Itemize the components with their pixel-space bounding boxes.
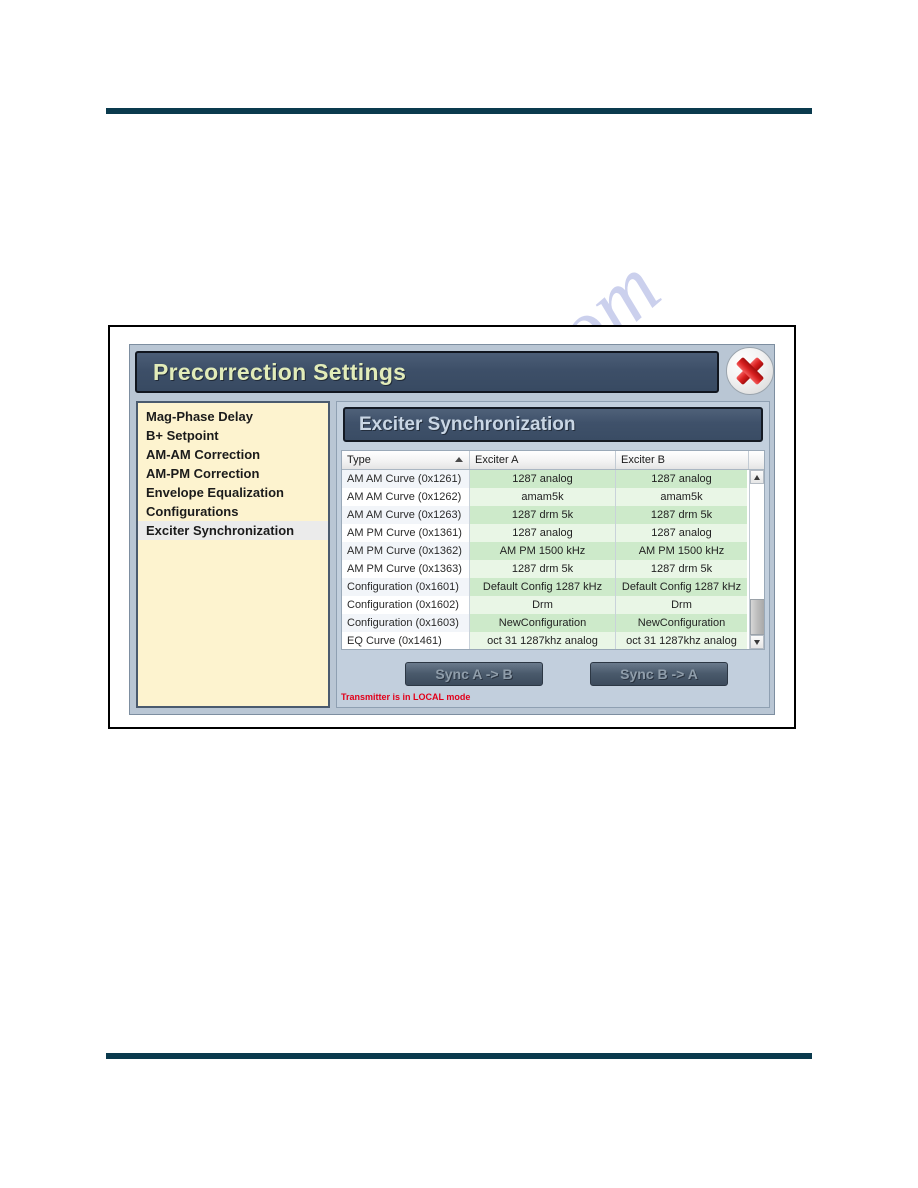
cell-exciter-a: Default Config 1287 kHz: [470, 578, 616, 596]
cell-exciter-b: AM PM 1500 kHz: [616, 542, 747, 560]
column-header-spacer: [749, 451, 764, 469]
cell-exciter-b: oct 31 1287khz analog: [616, 632, 747, 649]
dialog-titlebar: Precorrection Settings: [135, 351, 719, 393]
table-header-row: Type Exciter A Exciter B: [342, 451, 764, 470]
scroll-down-button[interactable]: [750, 635, 764, 649]
table-row[interactable]: AM PM Curve (0x1363) 1287 drm 5k 1287 dr…: [342, 560, 749, 578]
triangle-down-icon: [754, 639, 760, 645]
column-header-exciter-b[interactable]: Exciter B: [616, 451, 749, 469]
table-row[interactable]: AM PM Curve (0x1362) AM PM 1500 kHz AM P…: [342, 542, 749, 560]
sidebar-item-am-pm-correction[interactable]: AM-PM Correction: [138, 464, 328, 483]
table-vertical-scrollbar[interactable]: [749, 470, 764, 649]
cell-type: AM AM Curve (0x1263): [342, 506, 470, 524]
cell-exciter-b: 1287 analog: [616, 524, 747, 542]
cell-exciter-a: 1287 analog: [470, 524, 616, 542]
table-body: AM AM Curve (0x1261) 1287 analog 1287 an…: [342, 470, 764, 649]
settings-sidebar[interactable]: Mag-Phase Delay B+ Setpoint AM-AM Correc…: [136, 401, 330, 708]
table-row[interactable]: Configuration (0x1601) Default Config 12…: [342, 578, 749, 596]
cell-exciter-b: NewConfiguration: [616, 614, 747, 632]
sidebar-item-envelope-equalization[interactable]: Envelope Equalization: [138, 483, 328, 502]
sidebar-item-configurations[interactable]: Configurations: [138, 502, 328, 521]
cell-exciter-a: AM PM 1500 kHz: [470, 542, 616, 560]
cell-exciter-a: 1287 drm 5k: [470, 560, 616, 578]
exciter-sync-table: Type Exciter A Exciter B AM AM Curve (0x…: [341, 450, 765, 650]
page-header-rule: [106, 108, 812, 114]
table-row[interactable]: Configuration (0x1603) NewConfiguration …: [342, 614, 749, 632]
cell-type: EQ Curve (0x1461): [342, 632, 470, 649]
sidebar-item-b-setpoint[interactable]: B+ Setpoint: [138, 426, 328, 445]
cell-exciter-a: oct 31 1287khz analog: [470, 632, 616, 649]
sync-b-to-a-button[interactable]: Sync B -> A: [590, 662, 728, 686]
sidebar-item-mag-phase-delay[interactable]: Mag-Phase Delay: [138, 407, 328, 426]
triangle-up-icon: [754, 474, 760, 480]
scrollbar-track[interactable]: [750, 484, 764, 635]
sync-a-to-b-button[interactable]: Sync A -> B: [405, 662, 543, 686]
cell-exciter-a: 1287 analog: [470, 470, 616, 488]
scroll-up-button[interactable]: [750, 470, 764, 484]
scrollbar-thumb[interactable]: [750, 599, 764, 635]
cell-exciter-a: 1287 drm 5k: [470, 506, 616, 524]
sidebar-item-exciter-synchronization[interactable]: Exciter Synchronization: [138, 521, 328, 540]
cell-type: Configuration (0x1601): [342, 578, 470, 596]
cell-type: AM PM Curve (0x1363): [342, 560, 470, 578]
panel-title: Exciter Synchronization: [359, 413, 576, 435]
cell-exciter-b: Default Config 1287 kHz: [616, 578, 747, 596]
cell-exciter-b: amam5k: [616, 488, 747, 506]
dialog-titlebar-row: Precorrection Settings: [130, 345, 776, 401]
exciter-synchronization-panel: Exciter Synchronization Type Exciter A E…: [336, 401, 770, 708]
cell-type: Configuration (0x1602): [342, 596, 470, 614]
sort-ascending-icon: [455, 457, 463, 462]
precorrection-settings-dialog: Precorrection Settings Mag-Phase Delay B…: [129, 344, 775, 715]
table-row[interactable]: AM AM Curve (0x1262) amam5k amam5k: [342, 488, 749, 506]
cell-exciter-b: 1287 drm 5k: [616, 560, 747, 578]
close-button[interactable]: [726, 347, 774, 395]
sidebar-item-am-am-correction[interactable]: AM-AM Correction: [138, 445, 328, 464]
column-header-exciter-a[interactable]: Exciter A: [470, 451, 616, 469]
table-row[interactable]: EQ Curve (0x1461) oct 31 1287khz analog …: [342, 632, 749, 649]
status-message: Transmitter is in LOCAL mode: [341, 692, 471, 702]
cell-exciter-a: Drm: [470, 596, 616, 614]
table-row[interactable]: Configuration (0x1602) Drm Drm: [342, 596, 749, 614]
cell-exciter-b: 1287 drm 5k: [616, 506, 747, 524]
cell-type: AM AM Curve (0x1261): [342, 470, 470, 488]
cell-type: Configuration (0x1603): [342, 614, 470, 632]
cell-type: AM PM Curve (0x1361): [342, 524, 470, 542]
table-row[interactable]: AM AM Curve (0x1263) 1287 drm 5k 1287 dr…: [342, 506, 749, 524]
cell-exciter-a: NewConfiguration: [470, 614, 616, 632]
page-footer-rule: [106, 1053, 812, 1059]
panel-header: Exciter Synchronization: [343, 407, 763, 442]
screenshot-figure: Precorrection Settings Mag-Phase Delay B…: [108, 325, 796, 729]
cell-type: AM PM Curve (0x1362): [342, 542, 470, 560]
cell-exciter-b: 1287 analog: [616, 470, 747, 488]
cell-exciter-b: Drm: [616, 596, 747, 614]
table-row[interactable]: AM PM Curve (0x1361) 1287 analog 1287 an…: [342, 524, 749, 542]
dialog-title: Precorrection Settings: [153, 358, 407, 385]
column-header-type[interactable]: Type: [342, 451, 470, 469]
close-icon: [736, 357, 764, 385]
cell-exciter-a: amam5k: [470, 488, 616, 506]
table-rows: AM AM Curve (0x1261) 1287 analog 1287 an…: [342, 470, 749, 649]
cell-type: AM AM Curve (0x1262): [342, 488, 470, 506]
table-row[interactable]: AM AM Curve (0x1261) 1287 analog 1287 an…: [342, 470, 749, 488]
